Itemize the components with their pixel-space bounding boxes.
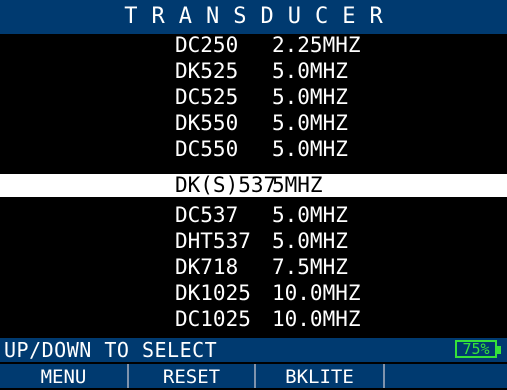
screen-title: TRANSDUCER (0, 0, 507, 34)
reset-softkey[interactable]: RESET (129, 364, 256, 388)
transducer-model: DK1025 (175, 281, 251, 305)
transducer-frequency: 5.0MHZ (272, 59, 348, 83)
transducer-item-dc537[interactable]: DC537 5.0MHZ (0, 204, 507, 227)
status-hint: UP/DOWN TO SELECT (4, 338, 218, 362)
transducer-frequency: 7.5MHZ (272, 255, 348, 279)
transducer-frequency: 5.0MHZ (272, 85, 348, 109)
transducer-frequency: 10.0MHZ (272, 307, 361, 331)
transducer-item-dk550[interactable]: DK550 5.0MHZ (0, 112, 507, 135)
transducer-item-dc525[interactable]: DC525 5.0MHZ (0, 86, 507, 109)
transducer-model: DK718 (175, 255, 239, 279)
transducer-list: DC250 2.25MHZ DK525 5.0MHZ DC525 5.0MHZ … (0, 34, 507, 334)
transducer-model: DC1025 (175, 307, 251, 331)
transducer-item-dc1025[interactable]: DC1025 10.0MHZ (0, 308, 507, 331)
transducer-item-dk525[interactable]: DK525 5.0MHZ (0, 60, 507, 83)
transducer-frequency: 10.0MHZ (272, 281, 361, 305)
transducer-model: DK525 (175, 59, 239, 83)
transducer-frequency: 5.0MHZ (272, 229, 348, 253)
softkey-bar: MENU RESET BKLITE (0, 364, 507, 388)
transducer-item-dc250[interactable]: DC250 2.25MHZ (0, 34, 507, 57)
transducer-frequency: 5MHZ (272, 173, 323, 197)
menu-softkey[interactable]: MENU (0, 364, 129, 388)
transducer-item-dk1025[interactable]: DK1025 10.0MHZ (0, 282, 507, 305)
transducer-frequency: 5.0MHZ (272, 137, 348, 161)
transducer-item-dks537-selected[interactable]: DK(S)537 5MHZ (0, 174, 507, 197)
transducer-frequency: 5.0MHZ (272, 203, 348, 227)
battery-level: 75% (462, 340, 490, 358)
device-screen: TRANSDUCER DC250 2.25MHZ DK525 5.0MHZ DC… (0, 0, 507, 388)
transducer-item-dht537[interactable]: DHT537 5.0MHZ (0, 230, 507, 253)
transducer-model: DC250 (175, 33, 239, 57)
battery-icon: 75% (455, 340, 497, 358)
blank-softkey[interactable] (385, 364, 507, 388)
backlight-softkey[interactable]: BKLITE (256, 364, 385, 388)
transducer-model: DC537 (175, 203, 239, 227)
transducer-model: DC550 (175, 137, 239, 161)
battery-tip-icon (497, 346, 501, 354)
transducer-model: DHT537 (175, 229, 251, 253)
transducer-item-dc550[interactable]: DC550 5.0MHZ (0, 138, 507, 161)
status-bar: UP/DOWN TO SELECT 75% (0, 338, 507, 362)
transducer-model: DK(S)537 (175, 173, 277, 197)
transducer-frequency: 2.25MHZ (272, 33, 361, 57)
transducer-frequency: 5.0MHZ (272, 111, 348, 135)
transducer-item-dk718[interactable]: DK718 7.5MHZ (0, 256, 507, 279)
transducer-model: DC525 (175, 85, 239, 109)
transducer-model: DK550 (175, 111, 239, 135)
